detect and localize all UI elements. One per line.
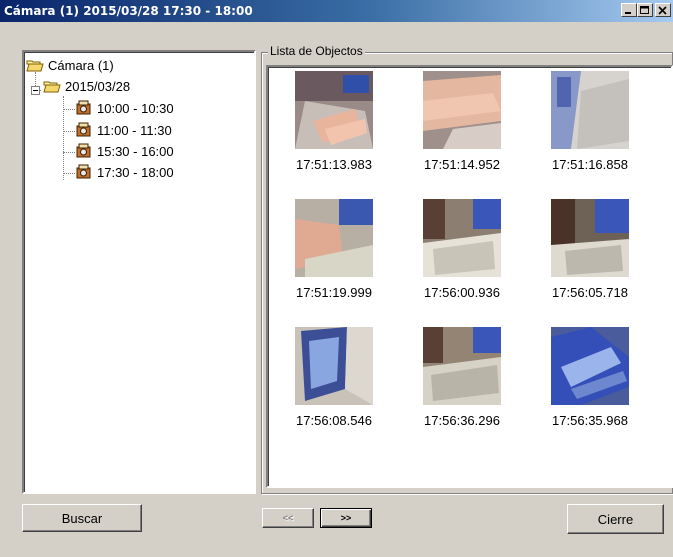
- camera-clip-icon: [76, 122, 91, 137]
- snapshot-image: [551, 327, 629, 405]
- snapshot-image: [423, 327, 501, 405]
- timestamp-label: 17:56:35.968: [552, 413, 628, 428]
- tree-item-range-3[interactable]: 15:30 - 16:00: [75, 142, 174, 160]
- object-list-label: Lista de Objectos: [268, 44, 365, 58]
- tree-item-label: 15:30 - 16:00: [97, 143, 174, 159]
- tree-item-label: Cámara (1): [48, 57, 114, 73]
- close-window-button[interactable]: [655, 3, 671, 17]
- thumbnail-9[interactable]: [551, 327, 629, 405]
- folder-open-icon: [26, 60, 44, 72]
- prev-page-button[interactable]: <<: [262, 508, 314, 528]
- timestamp-label: 17:56:05.718: [552, 285, 628, 300]
- title-bar[interactable]: Cámara (1) 2015/03/28 17:30 - 18:00: [0, 0, 673, 22]
- tree-item-range-4[interactable]: 17:30 - 18:00: [75, 163, 174, 181]
- camera-clip-icon: [76, 100, 91, 115]
- timestamp-label: 17:51:14.952: [424, 157, 500, 172]
- snapshot-image: [423, 199, 501, 277]
- thumbnail-1[interactable]: [295, 71, 373, 149]
- timestamp-label: 17:56:00.936: [424, 285, 500, 300]
- snapshot-image: [295, 199, 373, 277]
- minimize-icon: [625, 12, 631, 14]
- timestamp-label: 17:56:36.296: [424, 413, 500, 428]
- snapshot-image: [551, 199, 629, 277]
- tree-item-camera[interactable]: Cámara (1): [26, 56, 114, 74]
- window-title: Cámara (1) 2015/03/28 17:30 - 18:00: [4, 4, 253, 18]
- thumbnail-7[interactable]: [295, 327, 373, 405]
- camera-clip-icon: [76, 143, 91, 158]
- thumbnail-2[interactable]: [423, 71, 501, 149]
- thumbnail-5[interactable]: [423, 199, 501, 277]
- search-button[interactable]: Buscar: [22, 504, 142, 532]
- camera-clip-icon: [76, 164, 91, 179]
- snapshot-image: [423, 71, 501, 149]
- tree-collapse-toggle[interactable]: [31, 86, 40, 95]
- camera-tree[interactable]: Cámara (1) 2015/03/28 10:00 - 10:30 11:0…: [22, 50, 256, 494]
- close-icon: [658, 6, 667, 15]
- timestamp-label: 17:51:19.999: [296, 285, 372, 300]
- tree-item-label: 17:30 - 18:00: [97, 164, 174, 180]
- tree-item-range-1[interactable]: 10:00 - 10:30: [75, 99, 174, 117]
- snapshot-image: [551, 71, 629, 149]
- timestamp-label: 17:51:13.983: [296, 157, 372, 172]
- folder-open-icon: [43, 81, 61, 93]
- timestamp-label: 17:51:16.858: [552, 157, 628, 172]
- thumbnail-6[interactable]: [551, 199, 629, 277]
- tree-item-date[interactable]: 2015/03/28: [43, 77, 130, 95]
- maximize-button[interactable]: [637, 3, 653, 17]
- close-button[interactable]: Cierre: [567, 504, 664, 534]
- tree-item-label: 2015/03/28: [65, 78, 131, 94]
- thumbnail-8[interactable]: [423, 327, 501, 405]
- window-controls: [621, 3, 671, 17]
- maximize-icon: [640, 6, 649, 14]
- tree-item-label: 10:00 - 10:30: [97, 100, 174, 116]
- thumbnail-3[interactable]: [551, 71, 629, 149]
- tree-item-label: 11:00 - 11:30: [97, 122, 172, 138]
- thumbnail-4[interactable]: [295, 199, 373, 277]
- timestamp-label: 17:56:08.546: [296, 413, 372, 428]
- tree-item-range-2[interactable]: 11:00 - 11:30: [75, 121, 172, 139]
- snapshot-image: [295, 71, 373, 149]
- minimize-button[interactable]: [621, 3, 637, 17]
- object-list[interactable]: 17:51:13.983 17:51:14.952 17:51:16.858 1…: [266, 65, 673, 488]
- snapshot-image: [295, 327, 373, 405]
- next-page-button[interactable]: >>: [320, 508, 372, 528]
